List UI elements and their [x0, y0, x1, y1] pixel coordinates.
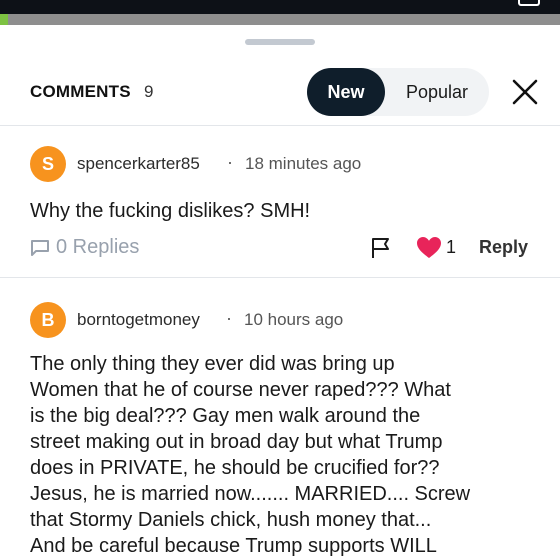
chat-bubble-icon	[30, 239, 50, 257]
heart-icon	[416, 236, 442, 260]
close-icon[interactable]	[509, 76, 541, 108]
sheet-drag-handle[interactable]	[245, 39, 315, 45]
sort-popular-button[interactable]: Popular	[385, 68, 489, 116]
separator-dot: ·	[226, 308, 232, 328]
comment-body: Why the fucking dislikes? SMH!	[30, 200, 311, 222]
progress-bar	[0, 14, 560, 25]
comments-header: COMMENTS 9 New Popular	[0, 62, 560, 126]
comment-time: 10 hours ago	[244, 310, 344, 329]
comment-time: 18 minutes ago	[245, 154, 362, 173]
status-bar	[0, 0, 560, 14]
comments-title: COMMENTS	[30, 82, 131, 101]
comment-author[interactable]: borntogetmoney	[77, 310, 200, 330]
reply-button[interactable]: Reply	[479, 237, 528, 258]
flag-icon[interactable]	[370, 236, 392, 260]
progress-fill	[0, 14, 9, 25]
sort-new-button[interactable]: New	[307, 68, 385, 116]
comment-body: The only thing they ever did was bring u…	[30, 353, 471, 557]
avatar[interactable]: B	[30, 302, 66, 338]
sort-toggle: New Popular	[307, 68, 489, 116]
comment-author[interactable]: spencerkarter85	[77, 154, 200, 174]
like-count: 1	[446, 237, 457, 257]
separator-dot: ·	[227, 152, 233, 172]
status-icon	[518, 0, 540, 6]
like-button[interactable]: 1	[416, 236, 466, 260]
comment-item: S spencerkarter85 · 18 minutes ago Why t…	[0, 140, 560, 278]
avatar[interactable]: S	[30, 146, 66, 182]
comments-count: 9	[144, 82, 154, 101]
replies-label: 0 Replies	[56, 236, 140, 258]
comment-item: B borntogetmoney · 10 hours ago The only…	[0, 290, 560, 560]
